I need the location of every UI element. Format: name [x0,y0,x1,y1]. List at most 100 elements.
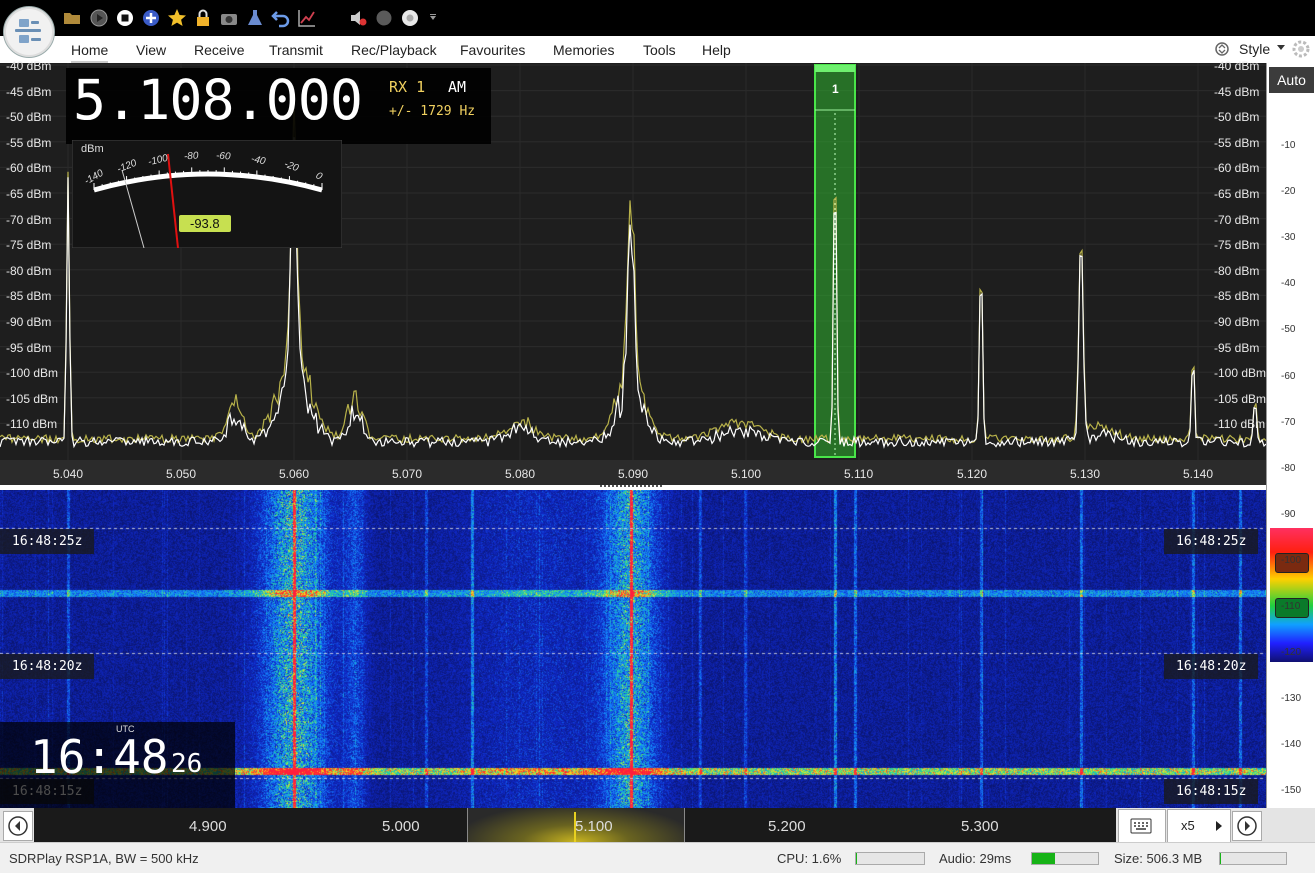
vfo-filter-band[interactable] [814,64,856,458]
frequency-tick-label: 5.040 [53,467,84,481]
device-status: SDRPlay RSP1A, BW = 500 kHz [9,851,199,866]
application-menu-button[interactable] [3,6,55,58]
waterfall-scale-label: -10 [1281,140,1296,151]
scroll-right-button[interactable] [1232,811,1262,841]
waterfall-scale-label: -30 [1281,232,1296,244]
dbm-label: -40 dBm [6,59,52,73]
waterfall-scale-label: -80 [1281,462,1296,474]
waterfall-scale-label: -140 [1281,739,1302,751]
chart-icon[interactable] [297,8,317,28]
add-icon[interactable] [141,8,161,28]
menu-view[interactable]: View [136,42,166,58]
waterfall-timestamp: 16:48:20z [1164,654,1259,679]
dbm-label: -85 dBm [6,289,52,304]
frequency-tick-label: 5.120 [957,467,988,481]
style-menu-label[interactable]: Style [1239,41,1270,57]
frequency-tick-label: 5.110 [844,467,874,481]
zoom-value: x5 [1181,818,1195,833]
waterfall-scale-label: -60 [1281,370,1296,382]
audio-level-icon[interactable] [400,8,420,28]
s-meter-unit: dBm [81,143,104,155]
clock-hours-minutes: 16:48 [30,730,169,784]
keyboard-button[interactable] [1118,809,1166,843]
ribbon-menu-bar: Home View Receive Transmit Rec/Playback … [0,36,1315,64]
quick-access-toolbar [0,0,1315,36]
dbm-label: -70 dBm [6,212,52,227]
menu-memories[interactable]: Memories [553,42,614,58]
color-gradient-bar[interactable] [1270,528,1313,662]
folder-icon[interactable] [62,8,82,28]
camera-icon[interactable] [219,8,239,28]
mute-icon[interactable] [348,8,368,28]
rx-label: RX 1 [389,78,426,96]
waterfall-scale-label: -150 [1281,785,1302,797]
zoom-arrow-icon [1216,821,1222,831]
frequency-tick-label: 5.050 [166,467,197,481]
keyboard-icon [1130,818,1152,834]
undo-icon[interactable] [271,8,291,28]
dbm-label: -75 dBm [6,238,52,253]
overview-bar: 4.900 5.000 5.100 5.200 5.300 x5 [0,808,1315,843]
auto-scale-button[interactable]: Auto [1269,67,1314,93]
menu-rec-playback[interactable]: Rec/Playback [351,42,437,58]
menu-receive[interactable]: Receive [194,42,245,58]
zoom-selector[interactable]: x5 [1167,809,1231,843]
scroll-left-button[interactable] [3,811,33,841]
dbm-label: -45 dBm [1214,84,1260,99]
dbm-label: -100 dBm [6,366,59,381]
dbm-label: -80 dBm [1214,263,1260,278]
audio-meter [1031,852,1099,865]
dbm-label: -70 dBm [1214,212,1260,227]
dbm-label: -55 dBm [1214,135,1260,150]
waterfall-scale-label: -110 [1281,601,1301,612]
s-meter-scale-label: -80 [183,150,199,163]
menu-tools[interactable]: Tools [643,42,676,58]
dbm-label: -90 dBm [1214,315,1260,329]
cpu-status: CPU: 1.6% [777,851,842,866]
waterfall-scale-label: -50 [1281,324,1296,336]
waterfall-timestamp: 16:48:25z [0,529,95,554]
status-bar: SDRPlay RSP1A, BW = 500 kHz CPU: 1.6% Au… [0,842,1315,873]
gear-icon[interactable] [1291,39,1311,59]
style-dropdown-icon[interactable] [1277,45,1285,51]
overview-freq-label: 5.100 [575,818,613,835]
dbm-label: -60 dBm [6,161,52,176]
lock-icon[interactable] [193,8,213,28]
size-status: Size: 506.3 MB [1114,851,1203,866]
dbm-label: -60 dBm [1214,161,1260,176]
waterfall-scale-label: -40 [1281,278,1296,290]
frequency-tick-label: 5.140 [1183,467,1214,481]
scroll-right-icon [1237,816,1257,836]
menu-favourites[interactable]: Favourites [460,42,525,58]
s-meter-scale-label: -60 [215,150,231,163]
scroll-left-icon [8,816,28,836]
dbm-label: -65 dBm [6,187,52,201]
waterfall-scale-label: -100 [1281,554,1302,566]
menu-home[interactable]: Home [71,42,109,63]
dbm-label: -80 dBm [6,263,52,278]
overview-freq-label: 5.000 [382,818,420,835]
frequency-tick-label: 5.060 [279,467,310,481]
flask-icon[interactable] [245,8,265,28]
stop-icon[interactable] [115,8,135,28]
menu-help[interactable]: Help [702,42,731,58]
waterfall-scale-label: -20 [1281,186,1296,198]
dbm-label: -100 dBm [1214,366,1267,381]
dbm-label: -50 dBm [1214,110,1260,125]
record-icon[interactable] [374,8,394,28]
style-icon [1215,42,1229,56]
bandwidth-label: +/- 1729 Hz [389,104,476,119]
dbm-label: -95 dBm [1214,340,1260,355]
frequency-value[interactable]: 5.108.000 [73,68,363,132]
menu-transmit[interactable]: Transmit [269,42,323,58]
play-icon[interactable] [89,8,109,28]
mode-label[interactable]: AM [448,78,466,96]
size-meter [1219,852,1287,865]
star-icon[interactable] [167,8,187,28]
waterfall-timestamp: 16:48:20z [0,654,95,679]
dropdown-icon[interactable] [428,13,438,23]
dbm-label: -105 dBm [1214,391,1267,406]
dbm-label: -105 dBm [6,391,59,406]
clock-seconds: 26 [171,749,203,779]
dbm-label: -45 dBm [6,84,52,99]
